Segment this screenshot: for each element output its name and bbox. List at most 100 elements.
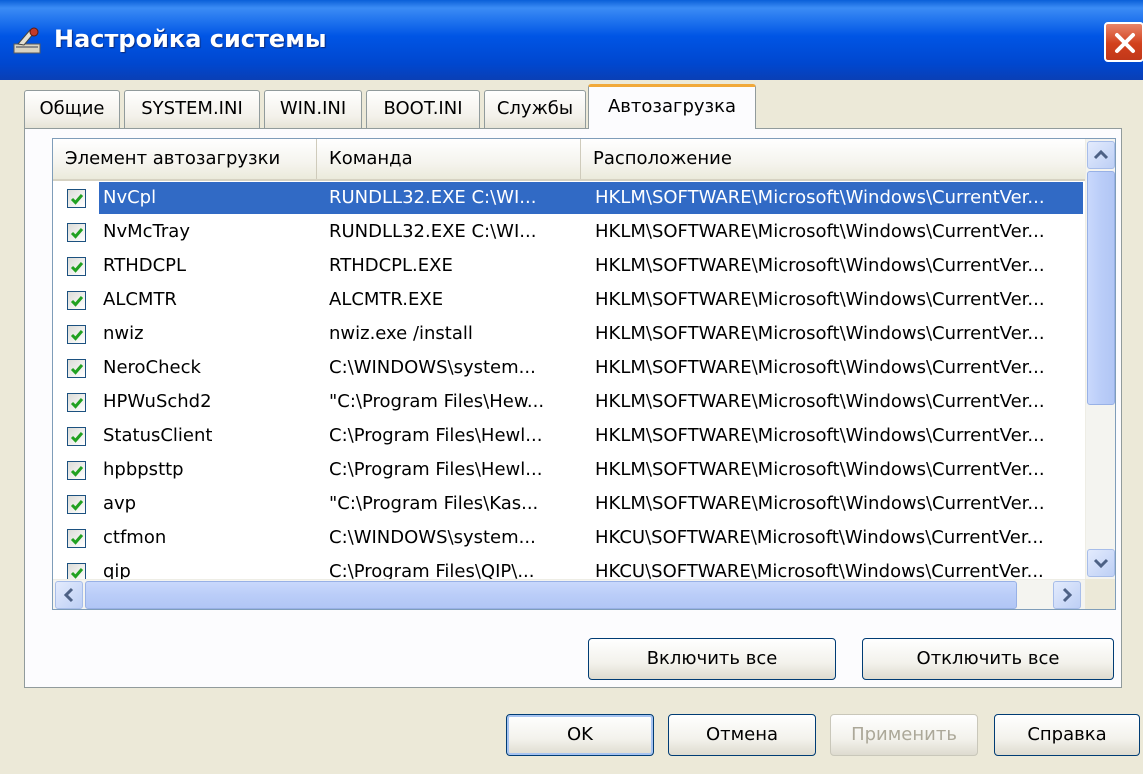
- list-header: Элемент автозагрузки Команда Расположени…: [53, 139, 1085, 181]
- tab-boot-ini[interactable]: BOOT.INI: [366, 90, 480, 128]
- checkbox-checked-icon: [70, 194, 84, 205]
- checkbox-checked-icon: [70, 534, 84, 545]
- horizontal-scroll-thumb[interactable]: [85, 581, 1017, 609]
- window-title: Настройка системы: [54, 25, 327, 53]
- help-button[interactable]: Справка: [994, 714, 1140, 756]
- checkbox-checked-icon: [70, 500, 84, 511]
- row-checkbox[interactable]: [67, 427, 86, 446]
- tab-win-ini[interactable]: WIN.INI: [264, 90, 362, 128]
- cell-item: nwiz: [103, 323, 144, 344]
- row-checkbox[interactable]: [67, 529, 86, 548]
- checkbox-checked-icon: [70, 364, 84, 375]
- cell-location: HKLM\SOFTWARE\Microsoft\Windows\CurrentV…: [595, 255, 1045, 276]
- table-row[interactable]: RTHDCPL RTHDCPL.EXE HKLM\SOFTWARE\Microsof…: [53, 249, 1085, 283]
- scroll-up-button[interactable]: [1087, 141, 1115, 169]
- cell-item: ALCMTR: [103, 289, 177, 310]
- cancel-button[interactable]: Отмена: [668, 714, 816, 756]
- cell-item: RTHDCPL: [103, 255, 187, 276]
- startup-list[interactable]: Элемент автозагрузки Команда Расположени…: [52, 138, 1116, 610]
- scroll-right-icon: [1062, 587, 1073, 603]
- apply-button: Применить: [830, 714, 978, 756]
- cell-command: "C:\Program Files\Hew...: [329, 391, 545, 412]
- cell-location: HKCU\SOFTWARE\Microsoft\Windows\CurrentV…: [595, 527, 1044, 548]
- system-config-window: Настройка системы Общие SYSTEM.INI WIN.I…: [0, 0, 1143, 774]
- table-row[interactable]: NvCpl RUNDLL32.EXE C:\WI... HKLM\SOFTWARE\…: [53, 181, 1085, 215]
- table-row[interactable]: avp "C:\Program Files\Kas... HKLM\SOFTWARE…: [53, 487, 1085, 521]
- title-bar[interactable]: Настройка системы: [0, 0, 1143, 80]
- cell-location: HKLM\SOFTWARE\Microsoft\Windows\CurrentV…: [595, 493, 1045, 514]
- table-row[interactable]: hpbpsttp C:\Program Files\Hewl... HKLM\SOF…: [53, 453, 1085, 487]
- table-row[interactable]: ctfmon C:\WINDOWS\system... HKCU\SOFTWARE\…: [53, 521, 1085, 555]
- enable-all-button[interactable]: Включить все: [588, 638, 836, 680]
- checkbox-checked-icon: [70, 466, 84, 477]
- tab-services[interactable]: Службы: [484, 90, 586, 128]
- close-button[interactable]: [1104, 22, 1143, 62]
- checkbox-checked-icon: [70, 296, 84, 307]
- column-header-location[interactable]: Расположение: [581, 139, 1085, 179]
- cell-location: HKLM\SOFTWARE\Microsoft\Windows\CurrentV…: [595, 187, 1045, 208]
- scroll-left-button[interactable]: [55, 581, 83, 609]
- scroll-up-icon: [1093, 149, 1109, 160]
- scroll-down-icon: [1093, 558, 1109, 569]
- cell-item: NeroCheck: [103, 357, 201, 378]
- table-row[interactable]: HPWuSchd2 "C:\Program Files\Hew... HKLM\SO…: [53, 385, 1085, 419]
- checkbox-checked-icon: [70, 398, 84, 409]
- cell-command: nwiz.exe /install: [329, 323, 473, 344]
- cell-location: HKLM\SOFTWARE\Microsoft\Windows\CurrentV…: [595, 459, 1045, 480]
- checkbox-checked-icon: [70, 432, 84, 443]
- cell-location: HKLM\SOFTWARE\Microsoft\Windows\CurrentV…: [595, 357, 1045, 378]
- column-header-item[interactable]: Элемент автозагрузки: [53, 139, 317, 179]
- cell-location: HKLM\SOFTWARE\Microsoft\Windows\CurrentV…: [595, 221, 1045, 242]
- tab-startup[interactable]: Автозагрузка: [588, 84, 756, 129]
- row-checkbox[interactable]: [67, 257, 86, 276]
- row-checkbox[interactable]: [67, 461, 86, 480]
- cell-command: RUNDLL32.EXE C:\WI...: [329, 221, 537, 242]
- row-checkbox[interactable]: [67, 393, 86, 412]
- horizontal-scrollbar[interactable]: [53, 579, 1085, 609]
- cell-item: StatusClient: [103, 425, 213, 446]
- row-checkbox[interactable]: [67, 223, 86, 242]
- cell-command: RTHDCPL.EXE: [329, 255, 453, 276]
- table-row[interactable]: nwiz nwiz.exe /install HKLM\SOFTWARE\Micro…: [53, 317, 1085, 351]
- cell-item: ctfmon: [103, 527, 167, 548]
- cell-item: NvMcTray: [103, 221, 190, 242]
- checkbox-checked-icon: [70, 262, 84, 273]
- disable-all-button[interactable]: Отключить все: [862, 638, 1114, 680]
- row-checkbox[interactable]: [67, 325, 86, 344]
- table-row[interactable]: NvMcTray RUNDLL32.EXE C:\WI... HKLM\SOFTWA…: [53, 215, 1085, 249]
- scroll-down-button[interactable]: [1087, 549, 1115, 577]
- cell-item: avp: [103, 493, 137, 514]
- scroll-left-icon: [63, 587, 74, 603]
- vertical-scrollbar[interactable]: [1085, 139, 1115, 579]
- cell-item: NvCpl: [103, 187, 157, 208]
- cell-location: HKLM\SOFTWARE\Microsoft\Windows\CurrentV…: [595, 425, 1045, 446]
- cell-item: hpbpsttp: [103, 459, 184, 480]
- cell-command: C:\Program Files\Hewl...: [329, 459, 543, 480]
- cell-command: C:\WINDOWS\system...: [329, 527, 536, 548]
- tab-system-ini[interactable]: SYSTEM.INI: [124, 90, 260, 128]
- close-icon: [1115, 33, 1135, 53]
- cell-location: HKLM\SOFTWARE\Microsoft\Windows\CurrentV…: [595, 391, 1045, 412]
- checkbox-checked-icon: [70, 228, 84, 239]
- cell-item: HPWuSchd2: [103, 391, 212, 412]
- table-row[interactable]: StatusClient C:\Program Files\Hewl... HKLM…: [53, 419, 1085, 453]
- cell-command: RUNDLL32.EXE C:\WI...: [329, 187, 537, 208]
- cell-command: C:\Program Files\Hewl...: [329, 425, 543, 446]
- row-checkbox[interactable]: [67, 495, 86, 514]
- scrollbar-corner: [1085, 579, 1115, 609]
- cell-command: ALCMTR.EXE: [329, 289, 444, 310]
- cell-location: HKLM\SOFTWARE\Microsoft\Windows\CurrentV…: [595, 323, 1045, 344]
- row-checkbox[interactable]: [67, 291, 86, 310]
- vertical-scroll-thumb[interactable]: [1087, 171, 1115, 405]
- tab-general[interactable]: Общие: [24, 90, 120, 128]
- msconfig-icon: [13, 27, 41, 54]
- column-header-command[interactable]: Команда: [317, 139, 581, 179]
- row-checkbox[interactable]: [67, 359, 86, 378]
- cell-command: "C:\Program Files\Kas...: [329, 493, 539, 514]
- ok-button[interactable]: OK: [506, 714, 654, 756]
- scroll-right-button[interactable]: [1053, 581, 1081, 609]
- row-checkbox[interactable]: [67, 189, 86, 208]
- checkbox-checked-icon: [70, 330, 84, 341]
- table-row[interactable]: ALCMTR ALCMTR.EXE HKLM\SOFTWARE\Microsoft\…: [53, 283, 1085, 317]
- table-row[interactable]: NeroCheck C:\WINDOWS\system... HKLM\SOFTWA…: [53, 351, 1085, 385]
